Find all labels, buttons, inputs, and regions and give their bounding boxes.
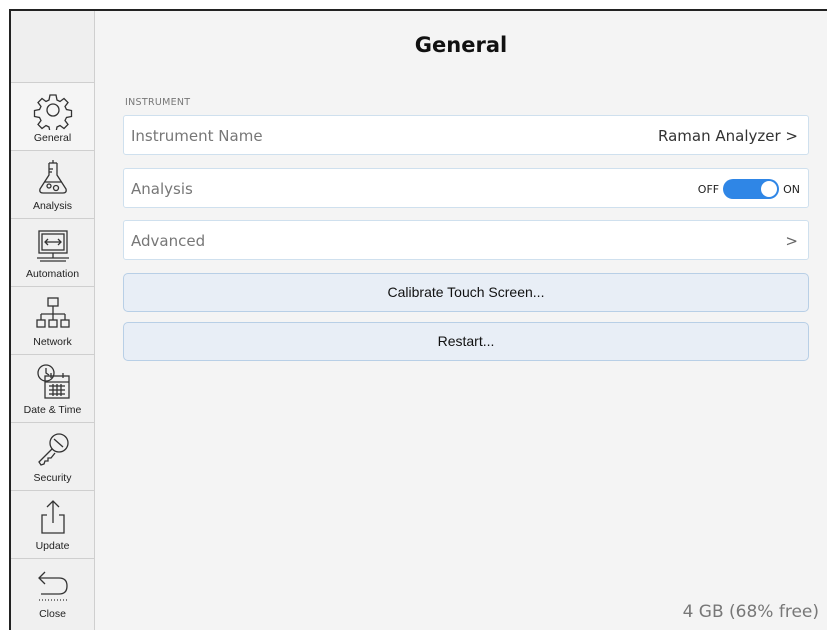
back-arrow-icon [33, 566, 73, 606]
monitor-arrows-icon [33, 226, 73, 266]
sidebar-item-label: Network [33, 336, 72, 348]
network-icon [33, 294, 73, 334]
section-header-instrument: INSTRUMENT [125, 97, 191, 108]
sidebar-item-analysis[interactable]: Analysis [11, 151, 94, 219]
sidebar-item-label: Close [39, 608, 66, 620]
upload-icon [33, 498, 73, 538]
chevron-right-icon: > [785, 232, 798, 250]
calendar-clock-icon [33, 362, 73, 402]
calibrate-touch-screen-button[interactable]: Calibrate Touch Screen... [123, 273, 809, 312]
sidebar-item-security[interactable]: Security [11, 423, 94, 491]
sidebar-item-label: Date & Time [23, 404, 82, 416]
sidebar-item-network[interactable]: Network [11, 287, 94, 355]
sidebar-item-general[interactable]: General [11, 83, 94, 151]
sidebar-item-label: Update [35, 540, 70, 552]
restart-button[interactable]: Restart... [123, 322, 809, 361]
analysis-row: Analysis OFF ON [123, 168, 809, 208]
sidebar-item-label: Security [33, 472, 72, 484]
toggle-knob [761, 181, 778, 197]
analysis-label: Analysis [131, 180, 193, 198]
sidebar: General Analysis Automation Network Date… [11, 11, 95, 630]
gear-icon [33, 90, 73, 133]
settings-window: General Analysis Automation Network Date… [9, 9, 827, 630]
analysis-toggle[interactable] [723, 179, 780, 199]
main-panel: General INSTRUMENT Instrument Name Raman… [95, 11, 827, 630]
page-title: General [414, 33, 508, 57]
flask-icon [33, 158, 73, 198]
sidebar-item-automation[interactable]: Automation [11, 219, 94, 287]
sidebar-item-label: General [33, 132, 72, 144]
advanced-label: Advanced [131, 232, 206, 250]
key-icon [33, 430, 73, 470]
sidebar-header [11, 11, 94, 83]
instrument-name-value: Raman Analyzer > [658, 127, 798, 145]
sidebar-item-date-time[interactable]: Date & Time [11, 355, 94, 423]
instrument-name-label: Instrument Name [131, 127, 263, 145]
sidebar-item-label: Automation [25, 268, 80, 280]
toggle-on-label: ON [783, 182, 800, 196]
sidebar-item-close[interactable]: Close [11, 559, 94, 627]
toggle-off-label: OFF [697, 182, 720, 196]
advanced-row[interactable]: Advanced > [123, 220, 809, 260]
analysis-toggle-group: OFF ON [698, 179, 800, 199]
storage-status: 4 GB (68% free) [682, 602, 819, 622]
sidebar-item-update[interactable]: Update [11, 491, 94, 559]
instrument-name-row[interactable]: Instrument Name Raman Analyzer > [123, 115, 809, 155]
sidebar-item-label: Analysis [32, 200, 73, 212]
